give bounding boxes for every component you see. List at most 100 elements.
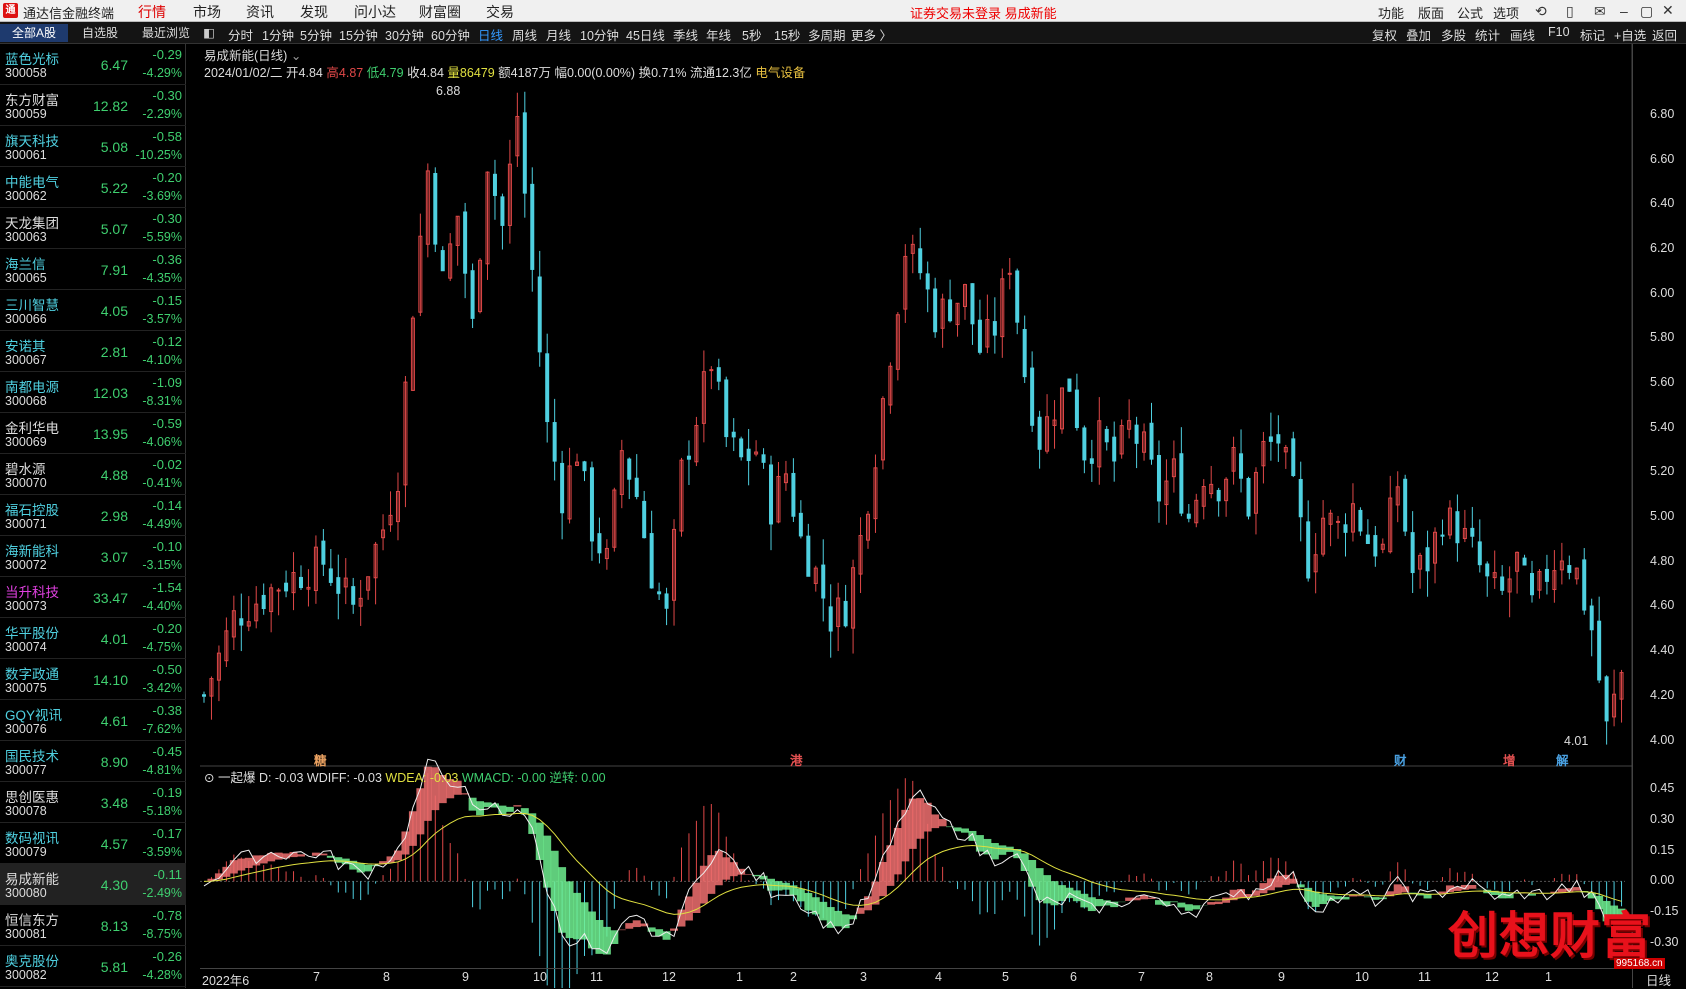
candle-body	[806, 535, 811, 577]
time-tick: 2	[790, 970, 797, 984]
period-label: 日线	[1646, 974, 1672, 988]
candle-body	[1373, 535, 1378, 557]
candle-body	[1306, 521, 1311, 579]
candle-body	[769, 464, 774, 525]
candle-body	[1530, 573, 1535, 596]
candle-body	[1343, 524, 1348, 533]
candle-body	[239, 618, 244, 626]
candle-body	[1604, 676, 1609, 722]
candle-body	[463, 211, 468, 274]
time-tick: 7	[1138, 970, 1145, 984]
candle-body	[925, 273, 930, 290]
indicator-reverse: 逆转: 0.00	[549, 771, 606, 785]
candle-body	[657, 591, 662, 595]
indicator-tick: 0.30	[1650, 812, 1675, 826]
candle-body	[589, 467, 594, 542]
candle-body	[597, 533, 602, 554]
indicator-name[interactable]: ⊙ 一起爆	[204, 771, 255, 785]
price-tick: 4.00	[1650, 732, 1675, 747]
candle-body	[1410, 532, 1415, 574]
indicator-wdea: WDEA: -0.03	[385, 771, 459, 785]
time-tick: 2022年6	[202, 974, 250, 988]
candle-body	[560, 462, 565, 514]
event-marker[interactable]: 解	[1556, 750, 1569, 769]
quote-amount: 额4187万	[498, 66, 551, 80]
candle-body	[1589, 605, 1594, 631]
candle-body	[1597, 620, 1602, 681]
candle-body	[1239, 453, 1244, 479]
quote-open-label: 开	[286, 66, 299, 80]
event-marker[interactable]: 增	[1503, 750, 1516, 769]
candle-body	[1291, 438, 1296, 477]
time-tick: 10	[1355, 970, 1369, 984]
candle-body	[686, 455, 691, 460]
time-tick: 8	[1206, 970, 1213, 984]
max-price-label: 6.88	[436, 84, 461, 98]
candle-body	[492, 173, 497, 196]
quote-open: 4.84	[298, 66, 323, 80]
candle-body	[933, 288, 938, 333]
candle-body	[1268, 436, 1273, 442]
time-tick: 4	[935, 970, 942, 984]
candle-body	[1104, 428, 1109, 443]
candle-body	[1030, 367, 1035, 426]
candle-body	[739, 438, 744, 458]
candle-body	[1500, 576, 1505, 591]
candle-body	[1582, 559, 1587, 611]
indicator-tick: 0.15	[1650, 842, 1675, 857]
candle-body	[1067, 378, 1072, 392]
candle-body	[537, 276, 542, 353]
candle-body	[1336, 520, 1341, 523]
candle-body	[1544, 568, 1549, 582]
candle-body	[440, 250, 445, 272]
quote-sector[interactable]: 电气设备	[755, 66, 805, 80]
time-tick: 1	[1545, 970, 1552, 984]
candle-body	[948, 299, 953, 322]
candle-body	[761, 454, 766, 463]
candle-body	[1015, 270, 1020, 323]
quote-float: 流通12.3亿	[690, 66, 752, 80]
candle-body	[1246, 478, 1251, 517]
indicator-d: D: -0.03	[258, 771, 304, 785]
candle-body	[522, 112, 527, 194]
price-tick: 6.00	[1650, 285, 1675, 300]
candle-body	[791, 472, 796, 517]
candle-body	[284, 582, 289, 592]
quote-low: 4.79	[379, 66, 404, 80]
candle-body	[1074, 389, 1079, 428]
quote-amplitude: 幅0.00(0.00%)	[554, 66, 636, 80]
candle-body	[202, 694, 206, 697]
dropdown-icon[interactable]: ⌄	[291, 49, 301, 63]
candle-body	[1485, 563, 1490, 577]
indicator-wdiff: WDIFF: -0.03	[306, 771, 382, 785]
candle-body	[1298, 478, 1303, 518]
candle-body	[336, 577, 341, 594]
candle-body	[1186, 513, 1191, 519]
candle-body	[918, 248, 923, 274]
candle-body	[627, 458, 632, 480]
candle-body	[649, 533, 654, 589]
indicator-tick: -0.30	[1650, 934, 1679, 949]
time-tick: 6	[1070, 970, 1077, 984]
candle-body	[1089, 458, 1094, 464]
event-marker[interactable]: 港	[790, 750, 803, 769]
event-marker[interactable]: 糖	[314, 750, 327, 769]
watermark-url: 995168.cn	[1614, 958, 1665, 969]
time-tick: 3	[860, 970, 867, 984]
candle-body	[731, 431, 736, 438]
quote-line: 2024/01/02/二 开4.84 高4.87 低4.79 收4.84 量86…	[204, 62, 805, 81]
price-tick: 4.80	[1650, 553, 1675, 568]
candle-body	[642, 500, 647, 539]
indicator-tick: -0.15	[1650, 904, 1679, 919]
candle-body	[545, 353, 550, 423]
time-tick: 5	[1002, 970, 1009, 984]
price-tick: 6.40	[1650, 196, 1675, 211]
kline-chart[interactable]	[0, 0, 1686, 988]
candle-body	[992, 321, 997, 336]
candle-body	[552, 422, 557, 462]
candle-body	[582, 461, 587, 472]
candle-body	[1179, 453, 1184, 514]
event-marker[interactable]: 财	[1394, 750, 1407, 769]
candle-body	[530, 183, 535, 270]
time-tick: 12	[1485, 970, 1499, 984]
